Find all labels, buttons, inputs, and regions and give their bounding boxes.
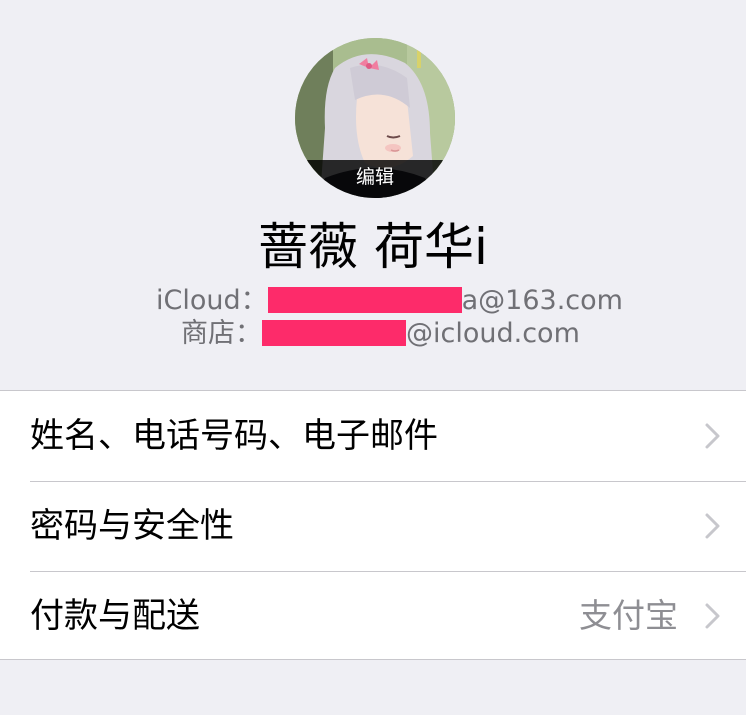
payment-method-value: 支付宝 (579, 596, 678, 635)
icloud-account-line: iCloud： a@163.com (156, 284, 623, 318)
profile-header: 编辑 蔷薇 荷华i iCloud： a@163.com 商店： @icloud.co… (0, 0, 746, 390)
settings-group: 姓名、电话号码、电子邮件 密码与安全性 付款与配送 支付宝 (0, 390, 746, 660)
chevron-right-icon (705, 423, 720, 449)
icloud-email-suffix: a@163.com (461, 285, 623, 316)
chevron-right-icon (705, 603, 720, 629)
redaction-bar (267, 287, 462, 313)
store-label: 商店： (181, 318, 262, 349)
row-label: 姓名、电话号码、电子邮件 (30, 416, 438, 456)
row-label: 密码与安全性 (30, 506, 234, 546)
avatar-edit-label[interactable]: 编辑 (295, 160, 455, 198)
chevron-right-icon (705, 513, 720, 539)
row-name-phone-email[interactable]: 姓名、电话号码、电子邮件 (0, 391, 746, 481)
avatar[interactable]: 编辑 (295, 38, 455, 198)
icloud-label: iCloud： (156, 285, 268, 316)
row-payment-shipping[interactable]: 付款与配送 支付宝 (0, 571, 746, 661)
row-password-security[interactable]: 密码与安全性 (0, 481, 746, 571)
row-label: 付款与配送 (30, 596, 200, 636)
store-email-suffix: @icloud.com (406, 318, 580, 349)
store-account-line: 商店： @icloud.com (181, 317, 580, 351)
redaction-bar (262, 320, 406, 346)
user-name: 蔷薇 荷华i (258, 218, 488, 276)
